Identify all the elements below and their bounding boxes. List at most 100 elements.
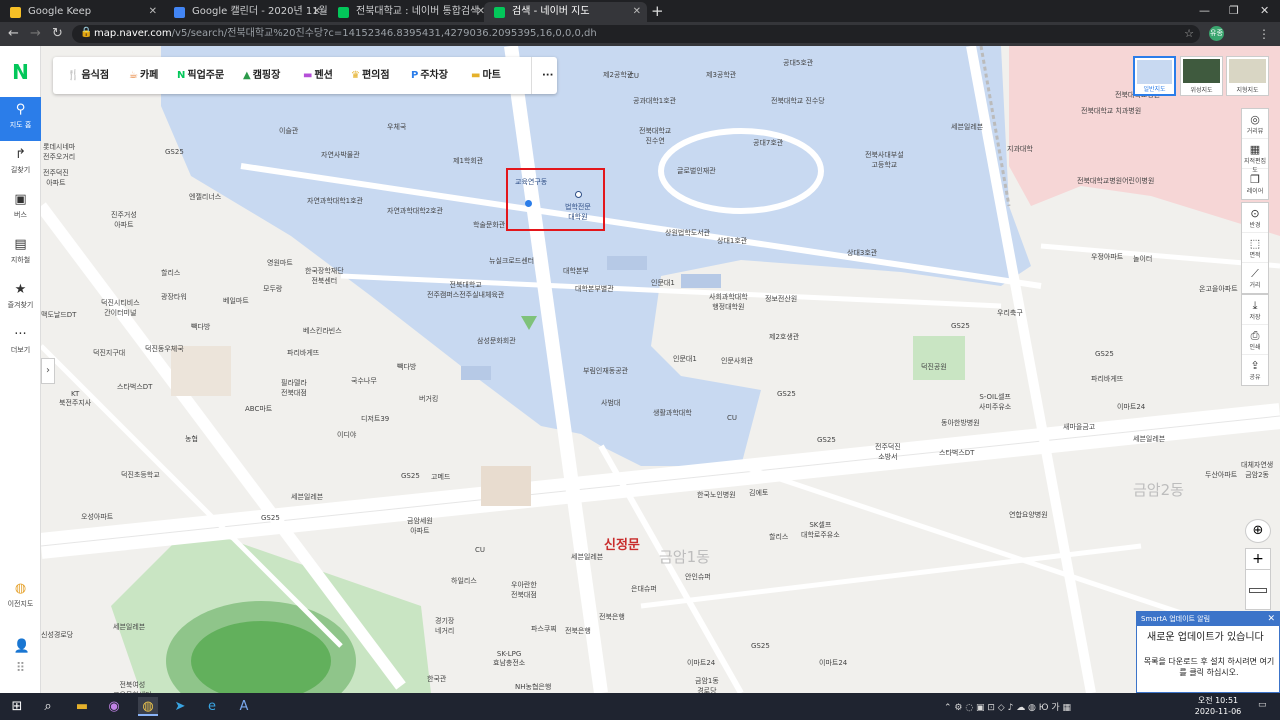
tool-save[interactable]: ⤓ 저장 — [1242, 295, 1268, 325]
map-place-label[interactable]: 정보전산원 — [765, 294, 797, 304]
map-place-label[interactable]: 인문대1 — [651, 278, 675, 288]
map-place-label[interactable]: 파리바게뜨 — [287, 348, 319, 358]
map-place-label[interactable]: 한국노인병원 — [697, 490, 736, 500]
map-place-label[interactable]: 안인슈퍼 — [685, 572, 711, 582]
map-place-label[interactable]: 부림인재동공관 — [583, 366, 628, 376]
map-place-label[interactable]: S-OIL셀프 사미주유소 — [979, 392, 1011, 412]
naver-logo[interactable]: N — [0, 60, 41, 84]
map-place-label[interactable]: 고메드 — [431, 472, 450, 482]
file-explorer-icon[interactable]: ▬ — [72, 697, 92, 716]
map-place-label[interactable]: 이마트24 — [1117, 402, 1145, 412]
map-place-label[interactable]: GS25 — [777, 390, 796, 398]
zoom-slider-handle[interactable] — [1249, 588, 1267, 593]
map-place-label[interactable]: 세븐일레븐 — [113, 622, 145, 632]
map-place-label[interactable]: 이마트24 — [687, 658, 715, 668]
map-place-label[interactable]: 세븐일레븐 — [1133, 434, 1165, 444]
map-place-label[interactable]: 우체국 — [387, 122, 406, 132]
category-cafe[interactable]: ☕ 카페 — [129, 57, 158, 94]
map-place-label[interactable]: 이디야 — [337, 430, 356, 440]
map-place-label[interactable]: 할리스 — [161, 268, 180, 278]
map-place-label[interactable]: 한국장학재단 전북센터 — [305, 266, 344, 286]
update-notification-popup[interactable]: SmartA 업데이트 알림 ✕ 새로운 업데이트가 있습니다 목록을 다운로드… — [1136, 611, 1280, 693]
map-place-label[interactable]: 대체자연생 금암2동 — [1241, 460, 1273, 480]
map-place-label[interactable]: 공대5호관 — [783, 58, 813, 68]
map-place-label[interactable]: 대학본부별관 — [575, 284, 614, 294]
map-place-label[interactable]: 롯데시네마 전주오거리 — [43, 142, 75, 162]
close-icon[interactable]: ✕ — [149, 2, 157, 22]
nav-favorites[interactable]: ★ 즐겨찾기 — [0, 277, 41, 321]
close-window-icon[interactable]: ✕ — [1260, 0, 1269, 22]
close-icon[interactable]: ✕ — [1267, 612, 1275, 626]
minimize-icon[interactable]: — — [1199, 0, 1210, 22]
tab-google-calendar[interactable]: Google 캘린더 - 2020년 11월 1 ✕ — [164, 2, 327, 22]
map-place-label[interactable]: 은대슈퍼 — [631, 584, 657, 594]
map-place-label[interactable]: 모두랑 — [263, 284, 282, 294]
map-place-label[interactable]: SK-LPG 효남충전소 — [493, 650, 525, 668]
map-place-label[interactable]: 제1학회관 — [453, 156, 483, 166]
map-place-label[interactable]: 세븐일레븐 — [951, 122, 983, 132]
map-place-label[interactable]: 금암세원 아파트 — [407, 516, 433, 536]
zoom-in-button[interactable]: + — [1245, 548, 1271, 570]
map-place-label[interactable]: 이슬관 — [279, 126, 298, 136]
map-place-label[interactable]: 자연과학대학1호관 — [307, 196, 363, 206]
maptype-normal[interactable]: 일반지도 — [1133, 56, 1176, 96]
map-place-label[interactable]: 두산아파트 — [1205, 470, 1237, 480]
map-place-label[interactable]: 디저트39 — [361, 414, 389, 424]
map-place-label[interactable]: 전북여성 교육문화센터 — [113, 680, 152, 693]
nav-map-home[interactable]: ⚲ 지도 홈 — [0, 97, 41, 141]
map-place-label[interactable]: 자연과학대학2호관 — [387, 206, 443, 216]
map-place-label[interactable]: 광장타워 — [161, 292, 187, 302]
map-place-label[interactable]: 세븐일레븐 — [291, 492, 323, 502]
map-place-label[interactable]: 엔젤리너스 — [189, 192, 221, 202]
tool-layer[interactable]: ❐ 레이어 — [1242, 169, 1268, 199]
map-place-label[interactable]: 농협 — [185, 434, 198, 444]
map-place-label[interactable]: 전북대학교 진수연 — [639, 126, 671, 146]
map-place-label[interactable]: CU — [475, 546, 485, 554]
tab-naver-map[interactable]: 검색 - 네이버 지도 ✕ — [484, 2, 647, 22]
map-place-label[interactable]: ABC마트 — [245, 404, 272, 414]
map-place-label[interactable]: 베일마트 — [223, 296, 249, 306]
map-place-label[interactable]: 상대1호관 — [717, 236, 747, 246]
browser-menu-icon[interactable]: ⋮ — [1258, 22, 1270, 46]
map-place-label[interactable]: 빽다방 — [191, 322, 210, 332]
app-a-icon[interactable]: A — [234, 697, 254, 716]
tab-google-keep[interactable]: Google Keep ✕ — [0, 2, 163, 22]
address-bar[interactable]: 🔒 map.naver.com/v5/search/전북대학교%20진수당?c=… — [72, 25, 1200, 43]
map-place-label[interactable]: 빽다방 — [397, 362, 416, 372]
nav-more[interactable]: ··· 더보기 — [0, 322, 41, 366]
tool-cadastral[interactable]: ▦ 지적편집도 — [1242, 139, 1268, 174]
windows-start-icon[interactable]: ⊞ — [7, 697, 27, 716]
map-place-label[interactable]: 덕진동우체국 — [145, 344, 184, 354]
zoom-slider[interactable] — [1245, 570, 1271, 610]
nav-previous-map[interactable]: ◍ 이전지도 — [0, 576, 41, 620]
map-place-label[interactable]: 김에토 — [749, 488, 768, 498]
category-mart[interactable]: ▬ 마트 — [471, 57, 501, 94]
category-pickup[interactable]: N 픽업주문 — [177, 57, 224, 94]
system-tray-icons[interactable]: ⌃ ⚙ ◌ ▣ ⊡ ◇ ♪ ☁ ◍ Ю 가 ▦ — [944, 700, 1071, 713]
map-place-label[interactable]: 새마을금고 — [1063, 422, 1095, 432]
map-place-label[interactable]: 스타벅스DT — [939, 448, 974, 458]
map-place-label[interactable]: 할리스 — [769, 532, 788, 542]
map-place-label[interactable]: GS25 — [751, 642, 770, 650]
current-location-button[interactable]: ⊕ — [1245, 519, 1271, 543]
category-convenience[interactable]: ♛ 편의점 — [351, 57, 390, 94]
map-place-label[interactable]: 세븐일레븐 — [571, 552, 603, 562]
map-place-label[interactable]: NH농협은행 — [515, 682, 551, 692]
map-place-label[interactable]: 사회과학대학 행정대학원 — [709, 292, 748, 312]
map-place-label[interactable]: 자연사박물관 — [321, 150, 360, 160]
popup-body[interactable]: 목록을 다운로드 후 설치 하시려면 여기를 클릭 하십시오. — [1143, 656, 1275, 678]
nav-bus[interactable]: ▣ 버스 — [0, 187, 41, 231]
map-place-label[interactable]: 공대7호관 — [753, 138, 783, 148]
map-place-label[interactable]: 덕진공원 — [921, 362, 947, 372]
close-icon[interactable]: ✕ — [633, 2, 641, 22]
map-place-label[interactable]: 뉴실크로드센터 — [489, 256, 534, 266]
map-place-label[interactable]: 파리바게뜨 — [1091, 374, 1123, 384]
label-sinjeongmun[interactable]: 신정문 — [604, 534, 640, 553]
map-place-label[interactable]: 전주덕진 아파트 — [43, 168, 69, 188]
map-place-label[interactable]: 덕진초등학교 — [121, 470, 160, 480]
map-place-label[interactable]: 오성아파트 — [81, 512, 113, 522]
tool-distance[interactable]: ⟋ 거리 — [1242, 263, 1268, 293]
category-more-button[interactable]: ··· — [531, 57, 553, 94]
map-place-label[interactable]: 이마트24 — [819, 658, 847, 668]
map-place-label[interactable]: 삼성문화회관 — [477, 336, 516, 346]
